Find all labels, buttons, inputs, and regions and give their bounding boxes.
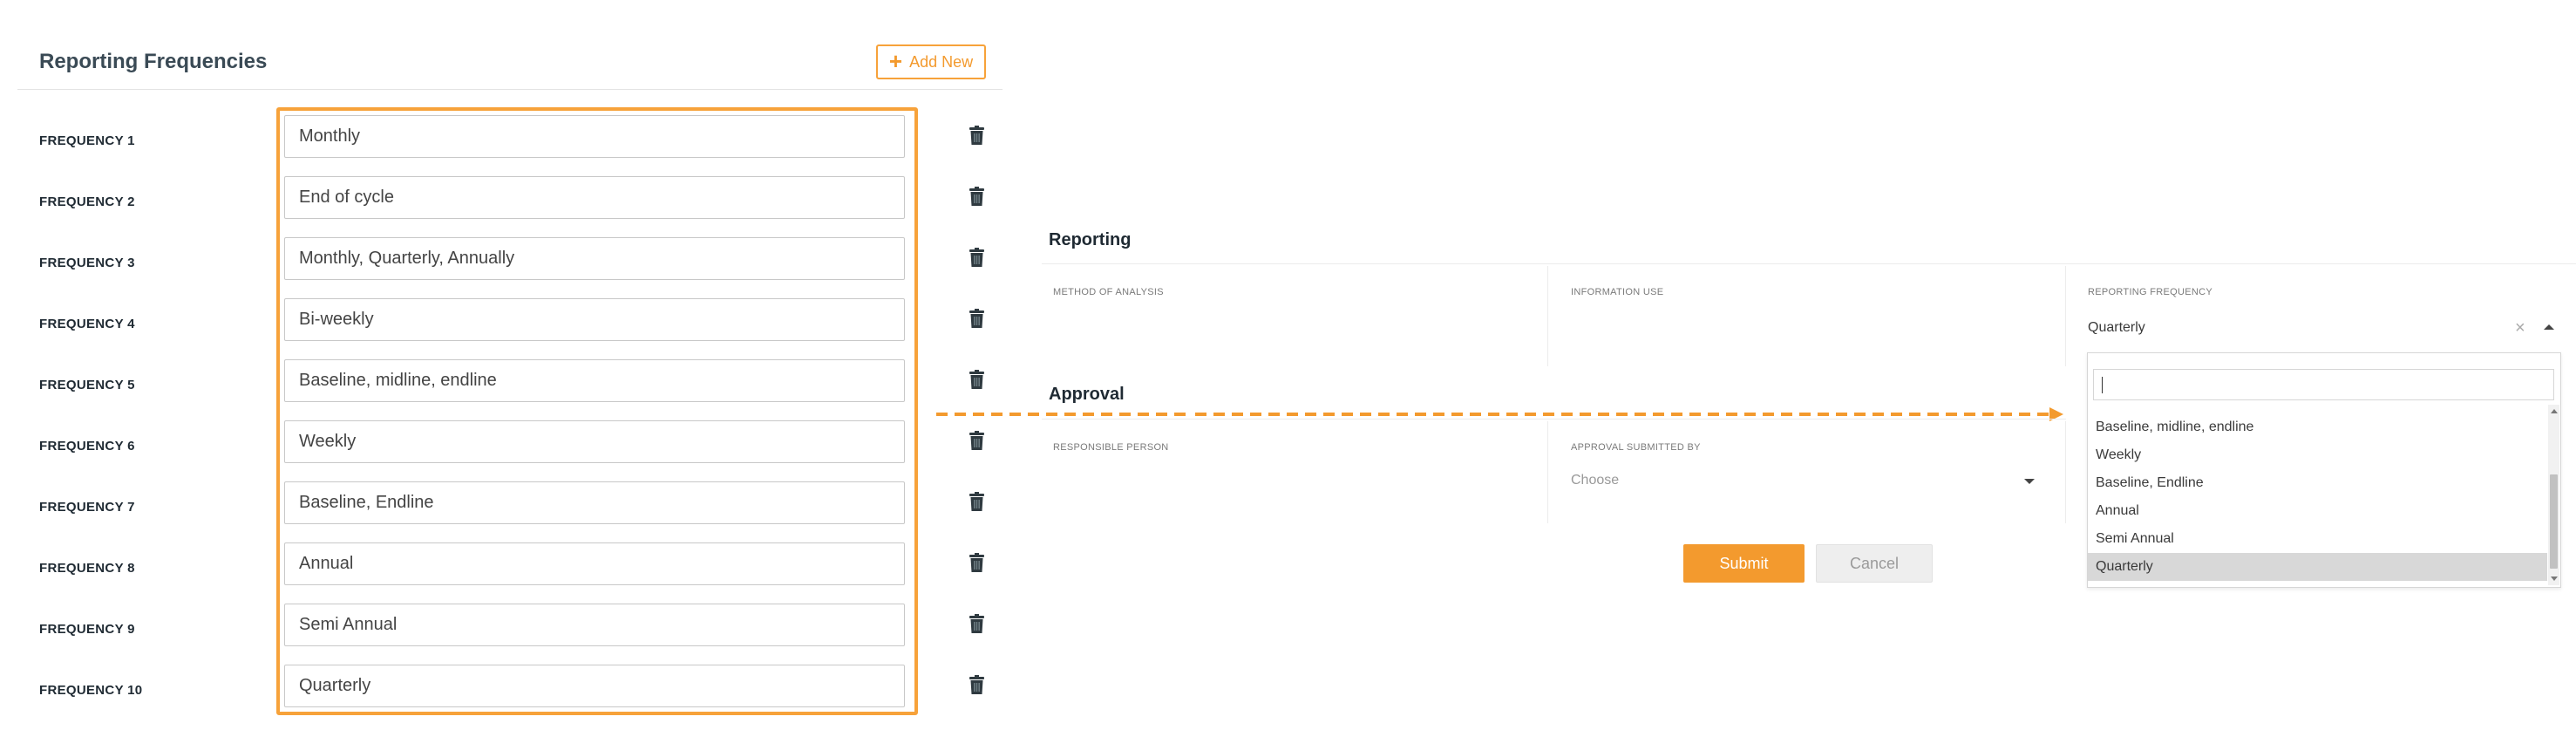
- method-of-analysis-label: METHOD OF ANALYSIS: [1053, 287, 1164, 297]
- divider: [1547, 266, 1548, 366]
- frequency-label: FREQUENCY 3: [39, 256, 135, 270]
- frequency-row: FREQUENCY 5 Baseline, midline, endline: [0, 358, 1011, 419]
- divider: [1042, 419, 2066, 420]
- frequency-row: FREQUENCY 2 End of cycle: [0, 174, 1011, 235]
- divider: [1042, 263, 2576, 264]
- frequency-row: FREQUENCY 9 Semi Annual: [0, 602, 1011, 663]
- trash-icon[interactable]: [969, 492, 984, 511]
- scroll-down-icon[interactable]: [2551, 576, 2558, 581]
- trash-icon[interactable]: [969, 553, 984, 572]
- submit-button[interactable]: Submit: [1683, 544, 1805, 583]
- dropdown-option[interactable]: Semi Annual: [2088, 525, 2547, 553]
- information-use-label: INFORMATION USE: [1571, 287, 1664, 297]
- trash-icon[interactable]: [969, 431, 984, 450]
- divider: [17, 89, 1003, 90]
- divider: [2065, 266, 2066, 366]
- dropdown-option[interactable]: Quarterly: [2088, 553, 2547, 581]
- add-new-label: Add New: [909, 52, 974, 71]
- dashed-arrow-line: [1195, 407, 2063, 421]
- trash-icon[interactable]: [969, 614, 984, 633]
- dropdown-search-input[interactable]: [2093, 369, 2554, 400]
- chevron-up-icon[interactable]: [2544, 324, 2554, 330]
- frequency-label: FREQUENCY 7: [39, 500, 135, 515]
- frequency-input[interactable]: Quarterly: [284, 665, 905, 707]
- panel-title: Reporting Frequencies: [39, 50, 268, 73]
- plus-icon: +: [888, 47, 903, 74]
- frequency-input[interactable]: Monthly: [284, 115, 905, 158]
- reporting-frequency-value: Quarterly: [2088, 320, 2145, 335]
- frequency-input[interactable]: Baseline, Endline: [284, 481, 905, 524]
- dropdown-options-list: Baseline, midline, endline Weekly Baseline…: [2088, 405, 2550, 585]
- approval-submitted-by-select[interactable]: Choose: [1569, 467, 2040, 496]
- frequency-row: FREQUENCY 7 Baseline, Endline: [0, 480, 1011, 541]
- frequency-label: FREQUENCY 9: [39, 622, 135, 637]
- close-icon[interactable]: ×: [2515, 319, 2525, 337]
- divider: [1547, 421, 1548, 523]
- frequency-row: FREQUENCY 6 Weekly: [0, 419, 1011, 480]
- cancel-button[interactable]: Cancel: [1816, 544, 1933, 583]
- text-cursor: [2102, 377, 2103, 393]
- frequency-row: FREQUENCY 4 Bi-weekly: [0, 297, 1011, 358]
- responsible-person-label: RESPONSIBLE PERSON: [1053, 442, 1169, 453]
- frequency-input[interactable]: Semi Annual: [284, 604, 905, 646]
- dropdown-option[interactable]: Baseline, Endline: [2088, 469, 2547, 497]
- approval-submitted-by-label: APPROVAL SUBMITTED BY: [1571, 442, 1701, 453]
- frequency-input[interactable]: Baseline, midline, endline: [284, 359, 905, 402]
- frequency-row: FREQUENCY 1 Monthly: [0, 113, 1011, 174]
- reporting-frequency-label: REPORTING FREQUENCY: [2088, 287, 2213, 297]
- approval-section-title: Approval: [1049, 385, 1125, 404]
- frequency-input[interactable]: Annual: [284, 542, 905, 585]
- trash-icon[interactable]: [969, 309, 984, 328]
- method-of-analysis-field[interactable]: [1046, 305, 1543, 358]
- trash-icon[interactable]: [969, 370, 984, 389]
- frequency-row: FREQUENCY 3 Monthly, Quarterly, Annually: [0, 235, 1011, 297]
- dropdown-option[interactable]: Baseline, midline, endline: [2088, 413, 2547, 441]
- trash-icon[interactable]: [969, 126, 984, 145]
- frequency-label: FREQUENCY 1: [39, 133, 135, 148]
- frequency-label: FREQUENCY 6: [39, 439, 135, 454]
- chevron-down-icon[interactable]: [2024, 479, 2035, 484]
- reporting-section-title: Reporting: [1049, 230, 1132, 249]
- reporting-frequency-select[interactable]: Quarterly ×: [2083, 314, 2561, 344]
- trash-icon[interactable]: [969, 187, 984, 206]
- dropdown-scrollbar[interactable]: [2548, 405, 2559, 585]
- dropdown-option[interactable]: Weekly: [2088, 441, 2547, 469]
- dashed-arrow-icon: [936, 413, 1186, 416]
- frequency-label: FREQUENCY 2: [39, 194, 135, 209]
- dropdown-option[interactable]: Annual: [2088, 497, 2547, 525]
- trash-icon[interactable]: [969, 675, 984, 694]
- frequency-label: FREQUENCY 8: [39, 561, 135, 576]
- frequency-input[interactable]: Bi-weekly: [284, 298, 905, 341]
- divider: [2065, 421, 2066, 523]
- frequency-row: FREQUENCY 8 Annual: [0, 541, 1011, 602]
- reporting-frequency-dropdown: Baseline, midline, endline Weekly Baseline…: [2087, 352, 2561, 588]
- scrollbar-thumb[interactable]: [2550, 474, 2558, 569]
- reporting-frequencies-panel: Reporting Frequencies + Add New FREQUENC…: [0, 0, 1011, 730]
- responsible-person-field[interactable]: [1046, 461, 1543, 513]
- approval-submitted-by-placeholder: Choose: [1571, 473, 1620, 488]
- frequency-row: FREQUENCY 10 Quarterly: [0, 663, 1011, 724]
- frequency-input[interactable]: Monthly, Quarterly, Annually: [284, 237, 905, 280]
- frequency-label: FREQUENCY 5: [39, 378, 135, 392]
- trash-icon[interactable]: [969, 248, 984, 267]
- frequency-input[interactable]: End of cycle: [284, 176, 905, 219]
- information-use-field[interactable]: [1565, 305, 2062, 358]
- frequency-label: FREQUENCY 10: [39, 683, 143, 698]
- frequency-label: FREQUENCY 4: [39, 317, 135, 331]
- add-new-button[interactable]: + Add New: [876, 44, 986, 79]
- frequency-input[interactable]: Weekly: [284, 420, 905, 463]
- scroll-up-icon[interactable]: [2551, 409, 2558, 413]
